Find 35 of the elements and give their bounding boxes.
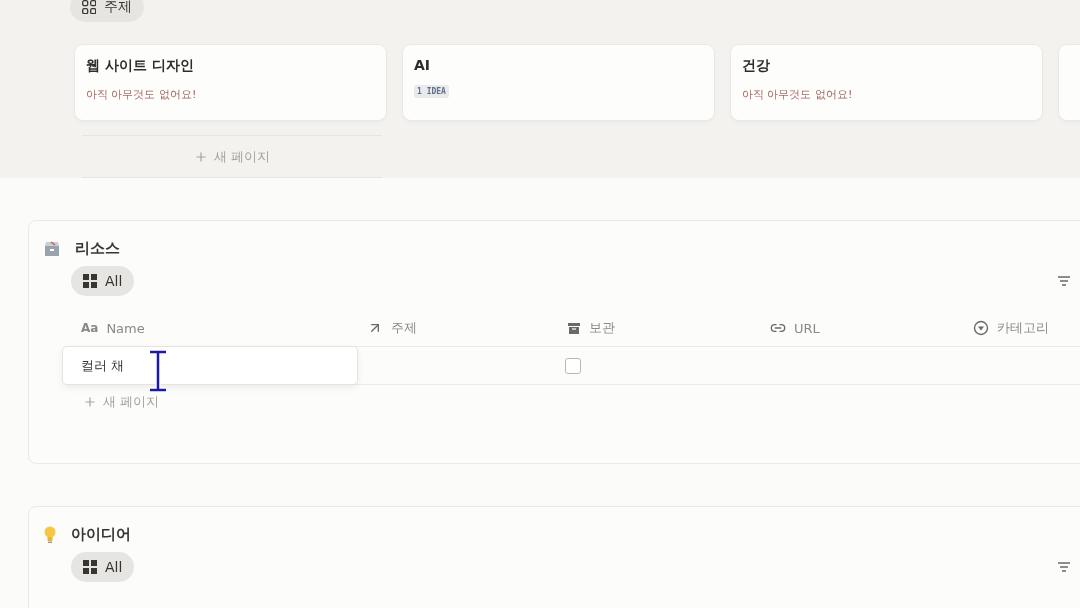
view-tab[interactable]: All [71, 552, 135, 582]
column-header[interactable]: Aa Name [71, 310, 357, 346]
column-header[interactable]: 주제 [357, 310, 557, 346]
empty-note: 아직 아무것도 없어요! [86, 87, 198, 102]
checkbox[interactable] [565, 357, 581, 374]
column-header[interactable]: 카테고리 [963, 310, 1080, 346]
plus-icon [83, 395, 97, 409]
column-label: 카테고리 [997, 319, 1049, 337]
grid-icon [83, 560, 97, 574]
column-label: Name [106, 320, 145, 336]
card-title: 건강 [742, 57, 771, 75]
empty-note: 아직 아무것도 없어요! [742, 87, 854, 102]
column-label: 보관 [589, 319, 615, 337]
card-title: AI [414, 57, 432, 73]
column-label: URL [794, 320, 820, 336]
view-tab[interactable]: 주제 [70, 0, 144, 22]
view-tab[interactable]: All [71, 266, 135, 296]
board-card[interactable]: 건강 아직 아무것도 없어요! [731, 45, 1042, 120]
section-title: 아이디어 [71, 525, 131, 544]
count-tag: 1 IDEA [414, 85, 449, 98]
filter-icon[interactable] [1057, 276, 1071, 286]
filter-icon[interactable] [1057, 562, 1071, 572]
file-box-icon [43, 240, 61, 257]
board-card[interactable]: 웹 사이트 디자인 아직 아무것도 없어요! [75, 45, 386, 120]
grid-icon [83, 274, 97, 288]
column-label: 주제 [391, 319, 417, 337]
archive-icon [567, 321, 581, 335]
section-title: 리소스 [75, 239, 120, 258]
plus-icon [193, 149, 208, 164]
dropdown-icon [973, 320, 989, 336]
lightbulb-icon [43, 525, 57, 544]
grid-icon [82, 0, 96, 14]
text-type-icon: Aa [81, 321, 99, 335]
card-title: 웹 사이트 디자인 [86, 57, 195, 75]
board-card[interactable]: AI 1 IDEA [403, 45, 714, 120]
